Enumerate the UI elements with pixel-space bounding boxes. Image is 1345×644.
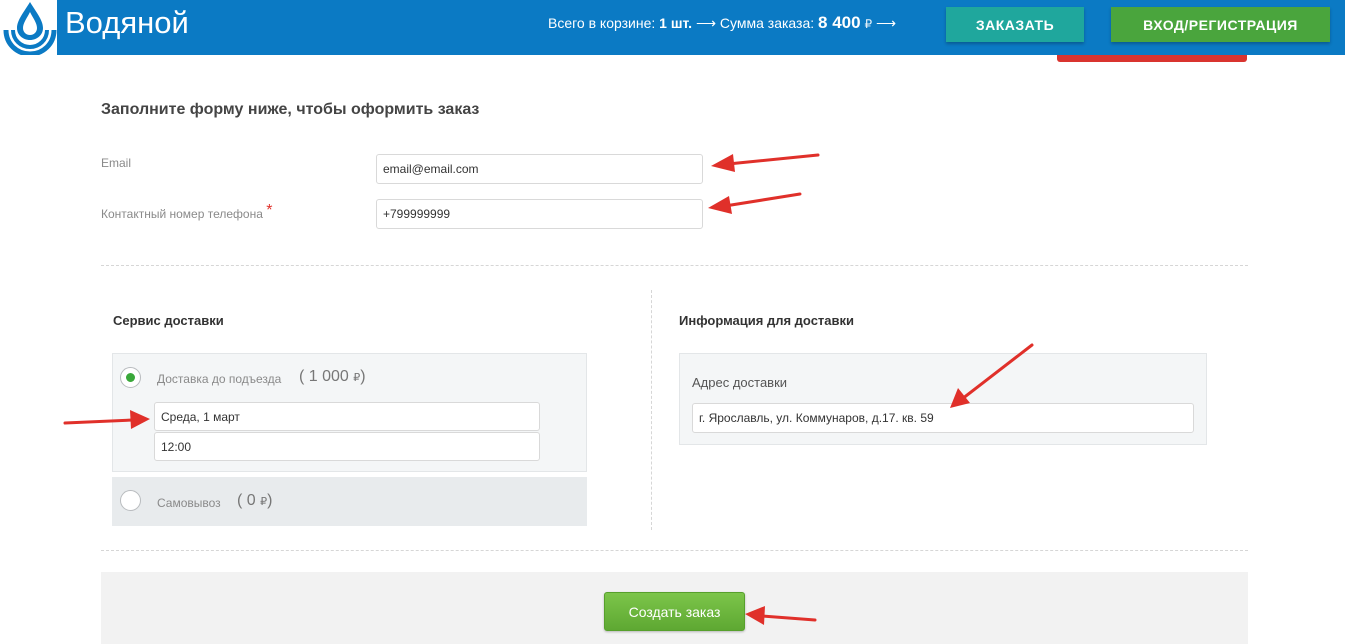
section-divider <box>101 550 1248 551</box>
door-delivery-price: ( 1 000 ₽) <box>299 368 366 385</box>
pickup-label: Самовывоз <box>157 496 221 510</box>
phone-label: Контактный номер телефона * <box>101 202 273 223</box>
arrow-right-icon: ⟶ <box>876 15 897 31</box>
sum-value: 8 400 <box>818 13 861 32</box>
currency-symbol: ₽ <box>864 17 873 31</box>
water-drop-logo-icon <box>3 2 57 55</box>
header-bar: Водяной Всего в корзине: 1 шт. ⟶ Сумма з… <box>0 0 1345 55</box>
phone-label-text: Контактный номер телефона <box>101 207 263 221</box>
arrow-right-icon: ⟶ <box>695 15 717 31</box>
brand-name[interactable]: Водяной <box>65 5 189 41</box>
email-field[interactable]: email@email.com <box>376 154 703 184</box>
sum-label: Сумма заказа: <box>719 15 815 31</box>
door-delivery-label: Доставка до подъезда <box>157 372 282 386</box>
order-button[interactable]: ЗАКАЗАТЬ <box>946 7 1084 42</box>
logo[interactable] <box>0 0 57 55</box>
delivery-date-select[interactable]: Среда, 1 март <box>154 402 540 431</box>
checkout-page: Водяной Всего в корзине: 1 шт. ⟶ Сумма з… <box>0 0 1345 644</box>
section-divider <box>101 265 1248 266</box>
address-label: Адрес доставки <box>692 375 788 390</box>
annotation-arrow-icon <box>708 192 802 214</box>
radio-pickup[interactable] <box>120 490 141 511</box>
address-field[interactable]: г. Ярославль, ул. Коммунаров, д.17. кв. … <box>692 403 1194 433</box>
phone-field[interactable]: +799999999 <box>376 199 703 229</box>
header-accent-bar <box>1057 55 1247 62</box>
delivery-info-title: Информация для доставки <box>679 313 855 328</box>
required-marker: * <box>266 202 273 219</box>
login-register-button[interactable]: ВХОД/РЕГИСТРАЦИЯ <box>1111 7 1330 42</box>
delivery-time-select[interactable]: 12:00 <box>154 432 540 461</box>
create-order-button[interactable]: Создать заказ <box>604 592 745 631</box>
email-label: Email <box>101 156 132 170</box>
radio-selected-dot <box>126 373 135 382</box>
radio-door-delivery[interactable] <box>120 367 141 388</box>
delivery-service-title: Сервис доставки <box>113 313 224 328</box>
form-title: Заполните форму ниже, чтобы оформить зак… <box>101 101 480 118</box>
pickup-price: ( 0 ₽) <box>237 492 273 509</box>
cart-summary: Всего в корзине: 1 шт. ⟶ Сумма заказа: 8… <box>548 13 896 33</box>
column-divider <box>651 290 652 530</box>
annotation-arrow-icon <box>711 153 820 172</box>
cart-prefix: Всего в корзине: <box>548 15 656 31</box>
cart-count: 1 шт. <box>659 15 693 31</box>
